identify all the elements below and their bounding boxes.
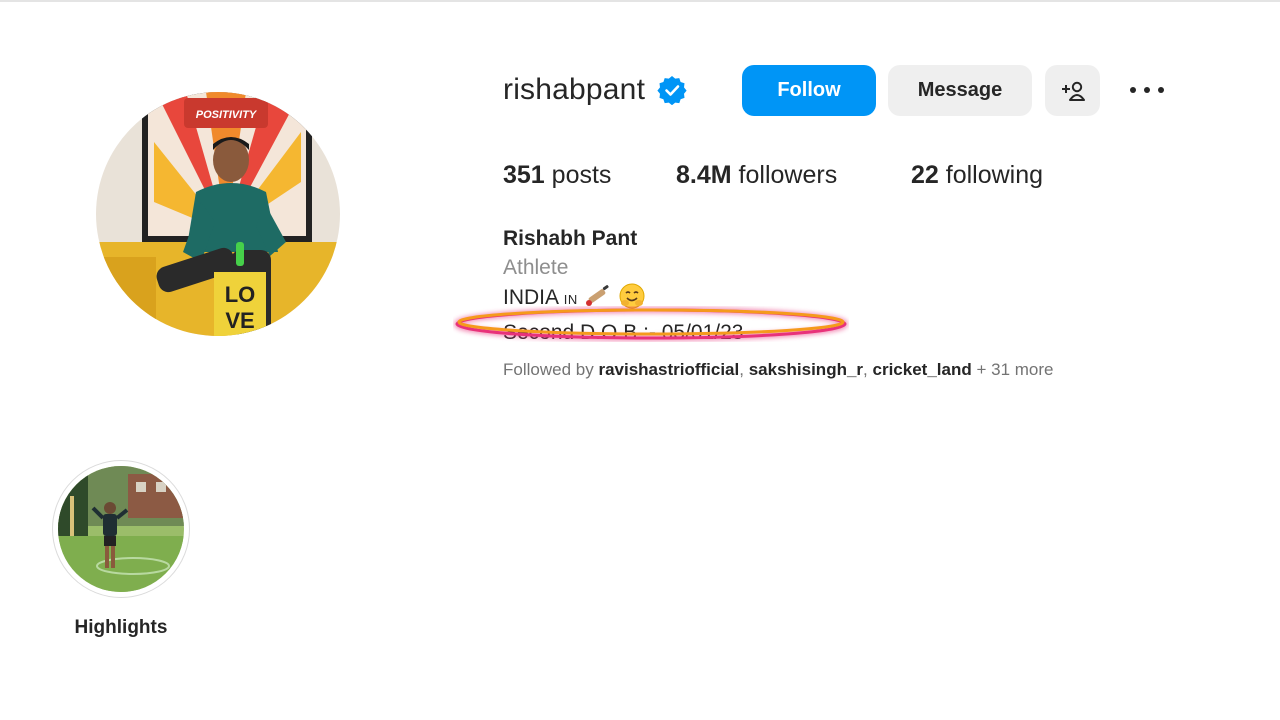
bio-line-dob: Second D.O.B :- 05/01/23	[503, 321, 744, 344]
followed-by-sep-2: ,	[863, 360, 868, 379]
followers-label: followers	[738, 161, 838, 189]
following-label: following	[945, 161, 1044, 189]
followed-by-line[interactable]: Followed by ravishastriofficial, sakshis…	[503, 360, 1053, 380]
top-divider	[0, 0, 1280, 2]
followed-by-prefix: Followed by	[503, 360, 594, 379]
followed-by-sep-1: ,	[739, 360, 744, 379]
following-stat[interactable]: 22 following	[911, 161, 1043, 190]
story-highlight[interactable]	[52, 460, 190, 598]
followed-by-user-1[interactable]: ravishastriofficial	[598, 360, 739, 379]
followed-by-user-3[interactable]: cricket_land	[873, 360, 972, 379]
india-flag-icon: IN	[563, 292, 578, 307]
username-row: rishabpant	[503, 64, 687, 116]
svg-text:VE: VE	[225, 308, 254, 333]
full-name: Rishabh Pant	[503, 227, 638, 250]
cricket-bat-icon	[584, 284, 610, 316]
followers-stat[interactable]: 8.4M followers	[676, 161, 837, 190]
verified-badge-icon	[657, 75, 687, 106]
profile-avatar[interactable]: POSITIVITY LO VE	[96, 92, 340, 336]
highlight-cover-image	[58, 466, 184, 592]
category-label: Athlete	[503, 256, 569, 279]
follow-button[interactable]: Follow	[742, 65, 876, 116]
profile-stats: 351 posts 8.4M followers 22 following	[503, 161, 1103, 193]
profile-bio: Rishabh Pant Athlete INDIA IN Second D.O…	[503, 224, 743, 347]
smiling-hug-emoji-icon	[618, 282, 646, 318]
posts-stat: 351 posts	[503, 161, 611, 190]
followed-by-more[interactable]: + 31 more	[976, 360, 1053, 379]
posts-count: 351	[503, 161, 545, 189]
avatar-photo: POSITIVITY LO VE	[96, 92, 340, 336]
message-button[interactable]: Message	[888, 65, 1032, 116]
person-plus-icon	[1061, 81, 1085, 101]
bio-line-country: INDIA IN	[503, 282, 743, 318]
suggested-accounts-button[interactable]	[1045, 65, 1100, 116]
posts-label: posts	[551, 161, 612, 189]
highlight-label: Highlights	[74, 617, 168, 638]
followed-by-user-2[interactable]: sakshisingh_r	[749, 360, 863, 379]
following-count: 22	[911, 161, 939, 189]
svg-text:LO: LO	[225, 282, 256, 307]
svg-text:POSITIVITY: POSITIVITY	[196, 109, 258, 121]
followers-count: 8.4M	[676, 161, 732, 189]
more-options-icon[interactable]	[1126, 76, 1168, 104]
bio-country-text: INDIA	[503, 286, 558, 309]
profile-username[interactable]: rishabpant	[503, 73, 645, 107]
